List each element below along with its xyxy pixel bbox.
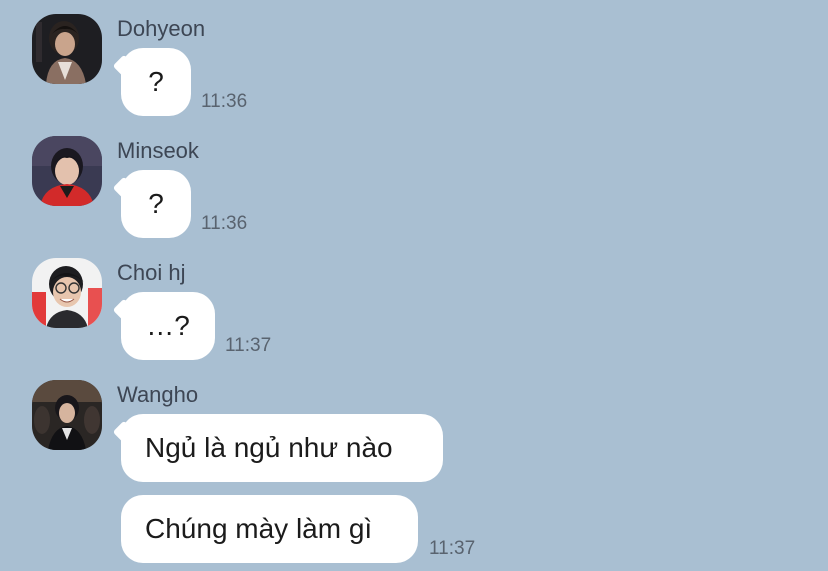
message-timestamp: 11:36: [201, 213, 248, 234]
message-text: …?: [146, 310, 190, 341]
message-text: Ngủ là ngủ như nào: [145, 432, 393, 463]
message-bubble[interactable]: ?: [121, 48, 191, 116]
message-bubble[interactable]: ?: [121, 170, 191, 238]
message-bubble[interactable]: Chúng mày làm gì: [121, 495, 418, 563]
avatar-wangho[interactable]: [32, 380, 102, 450]
avatar-minseok[interactable]: [32, 136, 102, 206]
message-timestamp: 11:36: [201, 91, 248, 112]
avatar-choi-hj[interactable]: [32, 258, 102, 328]
sender-name: Wangho: [117, 382, 199, 407]
message-timestamp: 11:37: [429, 538, 476, 559]
sender-name: Choi hj: [117, 260, 186, 285]
message-text: ?: [148, 188, 164, 219]
avatar-dohyeon[interactable]: [32, 14, 102, 84]
message-text: Chúng mày làm gì: [145, 513, 373, 544]
message-text: ?: [148, 66, 164, 97]
sender-name: Minseok: [117, 138, 199, 163]
sender-name: Dohyeon: [117, 16, 206, 41]
message-timestamp: 11:37: [225, 335, 272, 356]
message-bubble[interactable]: Ngủ là ngủ như nào: [121, 414, 443, 482]
message-bubble[interactable]: …?: [121, 292, 215, 360]
